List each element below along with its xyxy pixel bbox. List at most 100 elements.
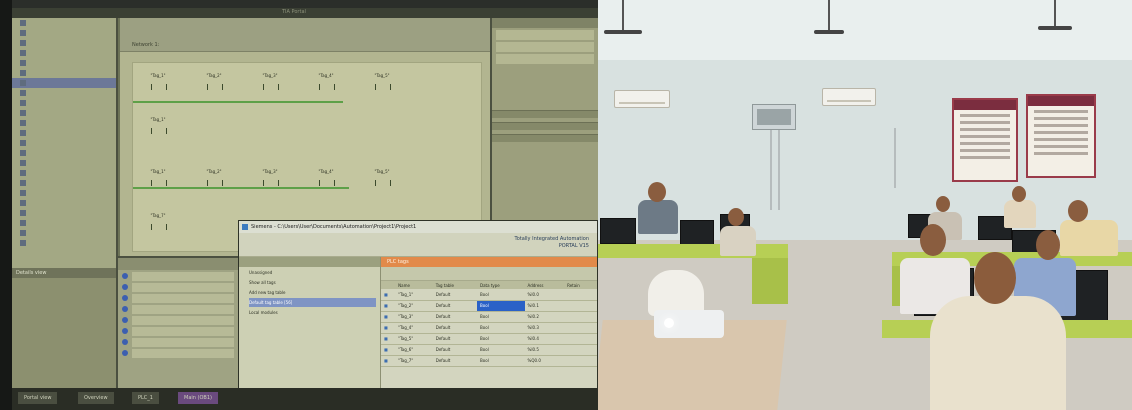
tag-column-header[interactable]: Name [395,281,433,289]
tag-table-name[interactable]: Default [432,289,477,301]
ladder-contact[interactable]: "Tag_1" [147,71,169,91]
project-tree-item[interactable] [12,78,116,88]
tag-name[interactable]: "Tag_3" [395,311,433,323]
ladder-contact[interactable]: "Tag_7" [147,211,169,231]
project-tree-item[interactable] [12,238,116,248]
tag-row[interactable]: ■ "Tag_5" Default Bool %I0.4 [381,333,597,345]
project-tree-item[interactable] [12,28,116,38]
tag-column-header[interactable] [381,281,396,289]
ladder-contact[interactable]: "Tag_1" [147,115,169,135]
task-card-section[interactable] [492,134,598,142]
tag-row[interactable]: ■ "Tag_7" Default Bool %Q0.0 [381,355,597,367]
tag-data-type[interactable]: Bool [477,344,525,356]
tag-address[interactable]: %I0.4 [524,333,565,345]
project-tree-item[interactable]: Add new tag table [249,288,376,297]
inspector-tabs[interactable] [118,258,238,270]
tag-name[interactable]: "Tag_7" [395,355,433,367]
project-tree-item[interactable] [12,98,116,108]
ladder-contact[interactable]: "Tag_3" [259,71,281,91]
project-tree-item[interactable] [12,228,116,238]
project-tree-item[interactable] [12,138,116,148]
project-tree-item[interactable] [12,198,116,208]
tag-name[interactable]: "Tag_5" [395,333,433,345]
taskbar-tab[interactable]: PLC_1 [132,392,159,404]
project-tree-item[interactable] [12,118,116,128]
task-card-field[interactable] [496,30,594,40]
ladder-contact[interactable]: "Tag_4" [315,167,337,187]
tag-column-header[interactable]: Retain [564,281,597,289]
tag-retain[interactable] [564,344,597,356]
tag-data-type[interactable]: Bool [477,311,525,323]
tag-table-name[interactable]: Default [432,311,477,323]
project-tree-item[interactable]: Show all tags [249,278,376,287]
project-tree-item[interactable] [12,18,116,28]
tag-address[interactable]: %Q0.0 [524,355,565,367]
tag-address[interactable]: %I0.2 [524,311,565,323]
project-tree-item[interactable] [12,158,116,168]
tag-retain[interactable] [564,333,597,345]
ladder-contact[interactable]: "Tag_2" [203,71,225,91]
tag-retain[interactable] [564,355,597,367]
project-tree-item[interactable]: Default tag table [56] [249,298,376,307]
tag-table-name[interactable]: Default [432,333,477,345]
tag-row[interactable]: ■ "Tag_2" Default Bool %I0.1 [381,300,597,312]
taskbar-tab[interactable]: Overview [78,392,114,404]
project-tree-item[interactable] [12,188,116,198]
ladder-contact[interactable]: "Tag_3" [259,167,281,187]
tag-data-type[interactable]: Bool [477,333,525,345]
project-tree-item[interactable] [12,108,116,118]
tag-retain[interactable] [564,311,597,323]
ladder-contact[interactable]: "Tag_5" [371,71,393,91]
tag-row[interactable]: ■ "Tag_4" Default Bool %I0.3 [381,322,597,334]
project-tree-item[interactable] [12,128,116,138]
task-card-section[interactable] [492,110,598,118]
ladder-contact[interactable]: "Tag_4" [315,71,337,91]
tag-name[interactable]: "Tag_2" [395,300,433,312]
tag-address[interactable]: %I0.3 [524,322,565,334]
tag-data-type[interactable]: Bool [477,322,525,334]
project-tree-item[interactable] [12,208,116,218]
project-tree-item[interactable]: Unassigned [249,268,376,277]
tag-table-name[interactable]: Default [432,344,477,356]
tag-row[interactable]: ■ "Tag_1" Default Bool %I0.0 [381,289,597,301]
taskbar-tab[interactable]: Portal view [18,392,58,404]
tag-address[interactable]: %I0.0 [524,289,565,301]
tag-data-type[interactable]: Bool [477,355,525,367]
project-tree-item[interactable] [12,218,116,228]
tag-data-type[interactable]: Bool [477,300,525,312]
project-tree-item[interactable] [12,178,116,188]
project-tree-item[interactable]: Local modules [249,308,376,317]
taskbar-tab[interactable]: Main (OB1) [178,392,218,404]
project-tree-item[interactable] [12,58,116,68]
task-card-field[interactable] [496,42,594,52]
tag-table-name[interactable]: Default [432,300,477,312]
tag-row[interactable]: ■ "Tag_3" Default Bool %I0.2 [381,311,597,323]
task-card-section[interactable] [492,122,598,130]
project-tree-item[interactable] [12,48,116,58]
tag-data-type[interactable]: Bool [477,289,525,301]
tag-name[interactable]: "Tag_1" [395,289,433,301]
ladder-contact[interactable]: "Tag_1" [147,167,169,187]
tag-column-header[interactable]: Tag table [432,281,477,289]
tag-retain[interactable] [564,300,597,312]
project-tree-item[interactable] [12,168,116,178]
project-tree-item[interactable] [12,68,116,78]
task-card-field[interactable] [496,54,594,64]
tag-address[interactable]: %I0.1 [524,300,565,312]
tag-name[interactable]: "Tag_6" [395,344,433,356]
tag-column-header[interactable]: Data type [477,281,525,289]
tag-address[interactable]: %I0.5 [524,344,565,356]
ladder-contact[interactable]: "Tag_5" [371,167,393,187]
tag-retain[interactable] [564,322,597,334]
tag-row[interactable]: ■ "Tag_6" Default Bool %I0.5 [381,344,597,356]
project-tree-item[interactable] [12,38,116,48]
details-view-header[interactable]: Details view [12,268,116,278]
ladder-contact[interactable]: "Tag_2" [203,167,225,187]
tag-column-header[interactable]: Address [524,281,565,289]
tag-name[interactable]: "Tag_4" [395,322,433,334]
project-tree-item[interactable] [12,148,116,158]
tag-table-name[interactable]: Default [432,322,477,334]
project-tree-item[interactable] [12,88,116,98]
tag-retain[interactable] [564,289,597,301]
tag-table-name[interactable]: Default [432,355,477,367]
